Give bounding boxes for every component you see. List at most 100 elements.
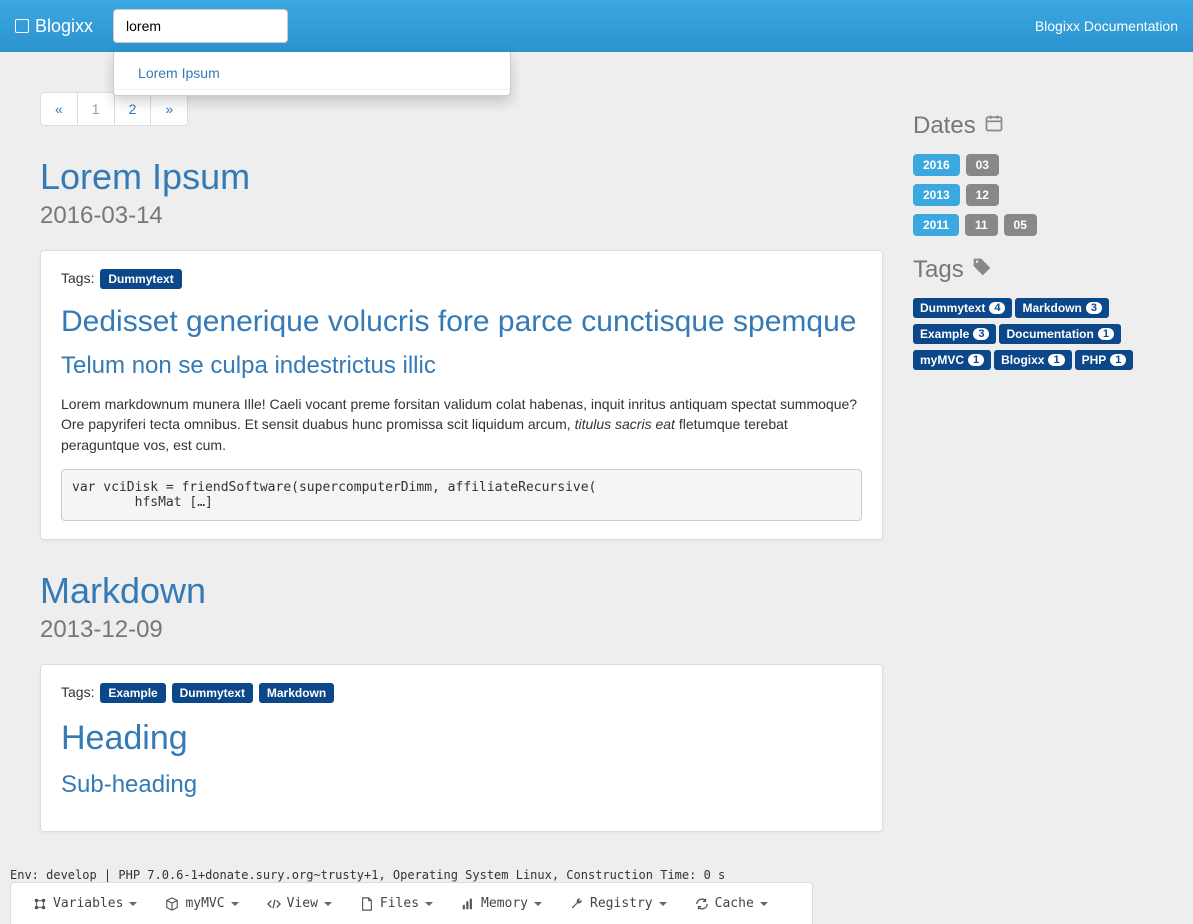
- tag-chip-name: Dummytext: [920, 301, 985, 315]
- debug-cache[interactable]: Cache: [683, 890, 780, 917]
- tag-chip-name: Markdown: [1022, 301, 1081, 315]
- variables-icon: [33, 897, 47, 911]
- date-row: 2013 12: [913, 184, 1153, 206]
- post-heading: Heading: [61, 718, 862, 759]
- debug-label: Registry: [590, 896, 653, 911]
- debug-mymvc[interactable]: myMVC: [153, 890, 250, 917]
- cube-icon: [165, 897, 179, 911]
- refresh-icon: [695, 897, 709, 911]
- tag-chip-name: Example: [920, 327, 969, 341]
- tag-chip-count: 1: [1048, 354, 1064, 366]
- tags-list: Dummytext 4 Markdown 3 Example 3 Documentation…: [913, 298, 1153, 376]
- date-row: 2016 03: [913, 154, 1153, 176]
- caret-icon: [231, 902, 239, 906]
- sidebar: Dates 2016 03 2013 12 2011 11 05 Tags: [913, 112, 1153, 862]
- chart-icon: [461, 897, 475, 911]
- brand-link[interactable]: Blogixx: [15, 16, 93, 37]
- tag-chip-count: 3: [973, 328, 989, 340]
- debug-label: Files: [380, 896, 419, 911]
- dates-title-text: Dates: [913, 112, 976, 140]
- date-row: 2011 11 05: [913, 214, 1153, 236]
- tag-chip-count: 1: [968, 354, 984, 366]
- tags-label: Tags:: [61, 684, 94, 700]
- tag-chip-count: 1: [1110, 354, 1126, 366]
- tag-chip-name: myMVC: [920, 353, 964, 367]
- post-panel: Tags: Example Dummytext Markdown Heading…: [40, 664, 883, 832]
- tag-chip-count: 3: [1086, 302, 1102, 314]
- code-block: var vciDisk = friendSoftware(supercomput…: [61, 469, 862, 521]
- wrench-icon: [570, 897, 584, 911]
- tags-title-text: Tags: [913, 256, 964, 284]
- tag-badge[interactable]: Markdown: [259, 683, 334, 703]
- post-date: 2016-03-14: [40, 202, 883, 230]
- caret-icon: [324, 902, 332, 906]
- status-line: Env: develop | PHP 7.0.6-1+donate.sury.o…: [10, 868, 725, 882]
- tag-chip-count: 1: [1098, 328, 1114, 340]
- navbar: Blogixx Lorem Ipsum Blogixx Documentatio…: [0, 0, 1193, 52]
- search-autocomplete: Lorem Ipsum: [113, 52, 511, 96]
- tags-icon: [972, 256, 992, 284]
- pagination-prev[interactable]: «: [40, 92, 78, 126]
- tag-chip-count: 4: [989, 302, 1005, 314]
- tag-chip[interactable]: myMVC 1: [913, 350, 991, 370]
- tag-chip[interactable]: Example 3: [913, 324, 996, 344]
- debug-view[interactable]: View: [255, 890, 344, 917]
- date-year[interactable]: 2016: [913, 154, 960, 176]
- tag-chip[interactable]: Markdown 3: [1015, 298, 1108, 318]
- date-year[interactable]: 2013: [913, 184, 960, 206]
- tag-chip-name: Documentation: [1006, 327, 1093, 341]
- date-month[interactable]: 11: [965, 214, 998, 236]
- calendar-icon: [984, 112, 1004, 140]
- code-icon: [267, 897, 281, 911]
- para-em: titulus sacris eat: [575, 416, 675, 432]
- caret-icon: [534, 902, 542, 906]
- brand-text: Blogixx: [35, 16, 93, 37]
- tags-heading: Tags: [913, 256, 1153, 284]
- date-month[interactable]: 05: [1004, 214, 1037, 236]
- post-paragraph: Lorem markdownum munera Ille! Caeli voca…: [61, 394, 862, 455]
- post-subheading: Sub-heading: [61, 771, 862, 799]
- debug-label: Cache: [715, 896, 754, 911]
- debug-bar: Variables myMVC View Files Memory Regist…: [10, 882, 813, 924]
- tag-chip[interactable]: Dummytext 4: [913, 298, 1012, 318]
- doc-link[interactable]: Blogixx Documentation: [1035, 18, 1178, 34]
- pagination-next[interactable]: »: [150, 92, 188, 126]
- tag-chip-name: Blogixx: [1001, 353, 1044, 367]
- tag-badge[interactable]: Dummytext: [172, 683, 253, 703]
- caret-icon: [659, 902, 667, 906]
- date-year[interactable]: 2011: [913, 214, 959, 236]
- tag-badge[interactable]: Example: [100, 683, 165, 703]
- search-input[interactable]: [113, 9, 288, 43]
- post-title-link[interactable]: Lorem Ipsum: [40, 156, 250, 197]
- debug-registry[interactable]: Registry: [558, 890, 679, 917]
- caret-icon: [760, 902, 768, 906]
- post-panel: Tags: Dummytext Dedisset generique voluc…: [40, 250, 883, 540]
- tag-chip-name: PHP: [1082, 353, 1107, 367]
- search-wrap: Lorem Ipsum: [113, 9, 288, 43]
- post-heading: Dedisset generique volucris fore parce c…: [61, 304, 862, 340]
- debug-variables[interactable]: Variables: [21, 890, 149, 917]
- tag-badge[interactable]: Dummytext: [100, 269, 181, 289]
- pagination-page-1: 1: [77, 92, 115, 126]
- debug-label: myMVC: [185, 896, 224, 911]
- main-content: « 1 2 » Lorem Ipsum 2016-03-14 Tags: Dum…: [40, 72, 883, 862]
- autocomplete-item[interactable]: Lorem Ipsum: [114, 57, 510, 90]
- date-month[interactable]: 03: [966, 154, 999, 176]
- tag-chip[interactable]: Blogixx 1: [994, 350, 1071, 370]
- pagination-page-2[interactable]: 2: [114, 92, 152, 126]
- debug-memory[interactable]: Memory: [449, 890, 554, 917]
- debug-label: Memory: [481, 896, 528, 911]
- debug-label: Variables: [53, 896, 123, 911]
- tag-chip[interactable]: PHP1: [1075, 350, 1134, 370]
- caret-icon: [425, 902, 433, 906]
- debug-label: View: [287, 896, 318, 911]
- debug-files[interactable]: Files: [348, 890, 445, 917]
- post-title-link[interactable]: Markdown: [40, 570, 206, 611]
- dates-heading: Dates: [913, 112, 1153, 140]
- date-month[interactable]: 12: [966, 184, 999, 206]
- file-icon: [360, 897, 374, 911]
- caret-icon: [129, 902, 137, 906]
- brand-icon: [15, 19, 29, 33]
- pagination: « 1 2 »: [40, 92, 188, 126]
- tag-chip[interactable]: Documentation 1: [999, 324, 1120, 344]
